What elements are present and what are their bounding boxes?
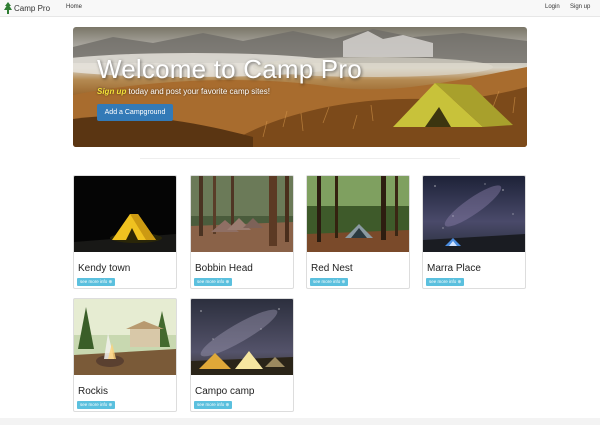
see-more-info-button[interactable]: see more info ⊕ (426, 278, 465, 286)
nav-login-link[interactable]: Login (545, 4, 560, 10)
divider (140, 158, 460, 159)
campground-image (191, 299, 293, 375)
see-more-info-button[interactable]: see more info ⊕ (310, 278, 349, 286)
campground-card: Marra Place see more info ⊕ (422, 175, 526, 289)
see-more-info-button[interactable]: see more info ⊕ (77, 278, 116, 286)
brand-link[interactable]: Camp Pro (4, 2, 50, 14)
campground-name: Bobbin Head (195, 263, 253, 274)
see-more-info-button[interactable]: see more info ⊕ (194, 278, 233, 286)
campground-image (423, 176, 525, 252)
campground-name: Marra Place (427, 263, 481, 274)
campground-name: Rockis (78, 386, 109, 397)
hero-jumbotron: Welcome to Camp Pro Sign up today and po… (73, 27, 527, 147)
add-campground-button[interactable]: Add a Campground (97, 104, 173, 121)
tree-icon (4, 2, 12, 14)
campground-name: Red Nest (311, 263, 353, 274)
hero-subtitle: Sign up today and post your favorite cam… (97, 87, 270, 96)
campground-card: Campo camp see more info ⊕ (190, 298, 294, 412)
campground-card: Red Nest see more info ⊕ (306, 175, 410, 289)
hero-title: Welcome to Camp Pro (97, 54, 362, 84)
brand-name: Camp Pro (14, 3, 51, 13)
campground-card: Rockis see more info ⊕ (73, 298, 177, 412)
page-footer (0, 418, 600, 425)
campground-image (191, 176, 293, 252)
nav-signup-link[interactable]: Sign up (570, 4, 590, 10)
campground-name: Campo camp (195, 386, 255, 397)
campground-card: Bobbin Head see more info ⊕ (190, 175, 294, 289)
campground-image (74, 299, 176, 375)
hero-signup-link[interactable]: Sign up (97, 87, 126, 96)
campground-image (74, 176, 176, 252)
see-more-info-button[interactable]: see more info ⊕ (77, 401, 116, 409)
campground-image (307, 176, 409, 252)
campground-card: Kendy town see more info ⊕ (73, 175, 177, 289)
campground-name: Kendy town (78, 263, 131, 274)
nav-home-link[interactable]: Home (66, 4, 82, 10)
see-more-info-button[interactable]: see more info ⊕ (194, 401, 233, 409)
navbar: Camp Pro Home Login Sign up (0, 0, 600, 17)
hero-subtitle-text: today and post your favorite camp sites! (126, 87, 270, 96)
